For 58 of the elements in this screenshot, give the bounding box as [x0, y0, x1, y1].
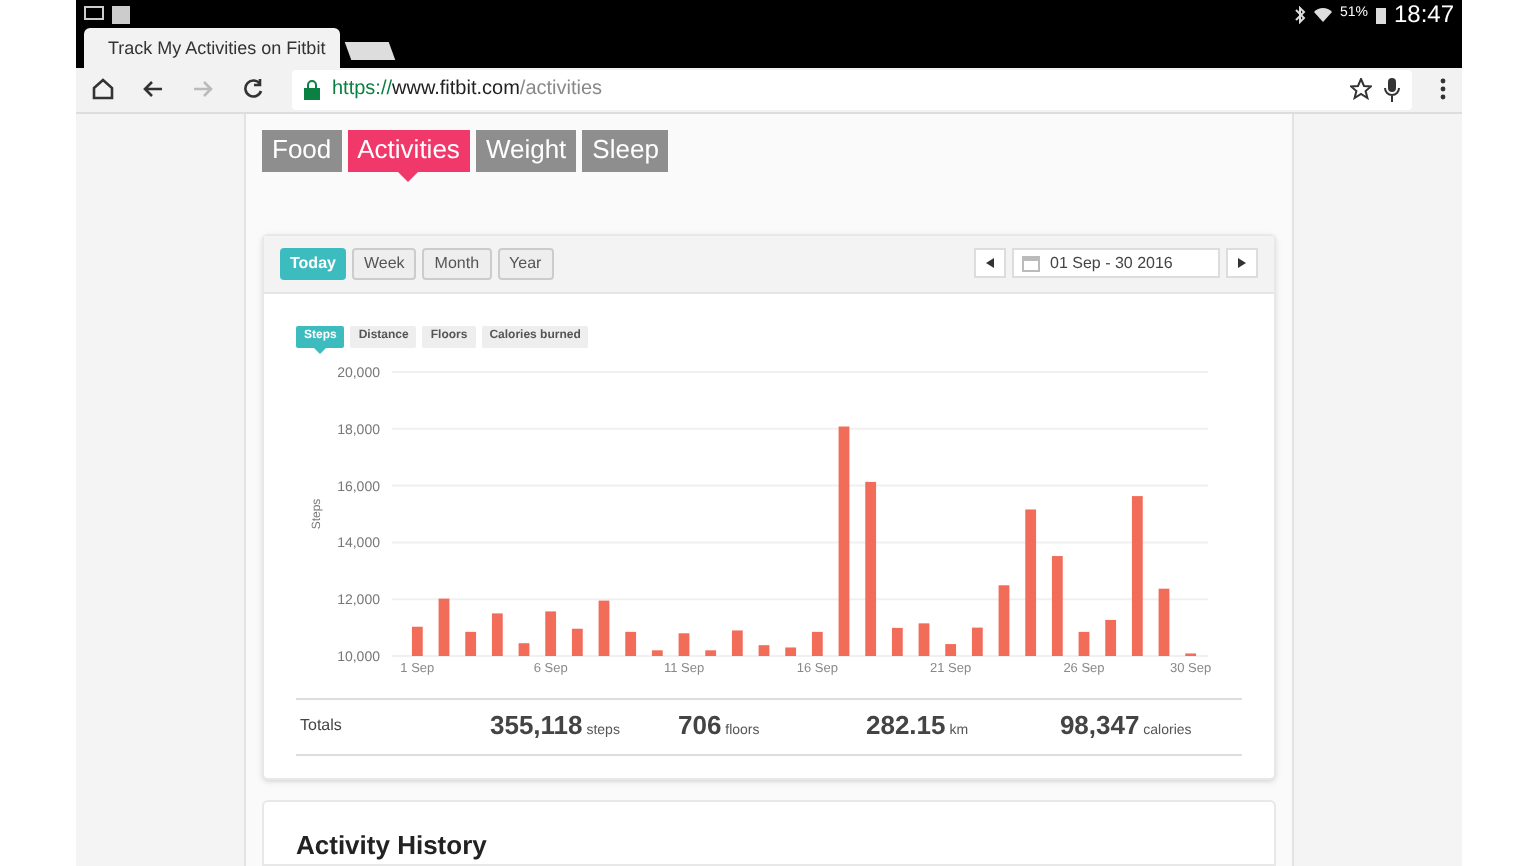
- steps-bar: [625, 630, 637, 655]
- steps-bar: [785, 646, 797, 655]
- totals-label: Totals: [300, 714, 344, 738]
- home-icon[interactable]: [92, 78, 114, 101]
- nav-tab[interactable]: Food: [262, 129, 342, 171]
- period-button[interactable]: Month: [422, 247, 492, 279]
- steps-bar: [1051, 555, 1063, 655]
- calendar-icon: [1022, 255, 1040, 271]
- period-button[interactable]: Week: [351, 247, 417, 279]
- cast-icon: [84, 6, 104, 22]
- steps-bar: [545, 610, 557, 655]
- clock-time: 18:47: [1393, 0, 1454, 32]
- period-button[interactable]: Year: [497, 247, 554, 279]
- steps-bar: [518, 642, 530, 655]
- reload-icon[interactable]: [242, 78, 264, 101]
- steps-bar: [651, 649, 663, 655]
- steps-bar: [758, 644, 770, 655]
- new-tab-button[interactable]: [344, 42, 396, 61]
- next-button[interactable]: [1226, 248, 1258, 278]
- steps-bar: [971, 626, 983, 655]
- browser-tab[interactable]: Track My Activities on Fitbit: [84, 28, 340, 69]
- tab-pointer-icon: [398, 171, 419, 181]
- steps-bar: [491, 612, 503, 655]
- steps-bar: [438, 597, 450, 655]
- steps-bar: [1158, 587, 1170, 655]
- steps-bar: [678, 632, 690, 655]
- back-icon[interactable]: [142, 78, 164, 101]
- wifi-icon: [1313, 6, 1332, 22]
- steps-bar: [1105, 618, 1117, 655]
- steps-bar: [465, 630, 477, 655]
- image-icon: [112, 5, 130, 23]
- steps-bar: [598, 599, 610, 655]
- microphone-icon[interactable]: [1384, 77, 1400, 102]
- date-range-field[interactable]: 01 Sep - 30 2016: [1012, 248, 1220, 278]
- steps-bar: [998, 584, 1010, 655]
- lock-icon: [304, 79, 320, 100]
- steps-bar: [945, 643, 957, 655]
- steps-bar: [811, 630, 823, 655]
- star-icon[interactable]: [1350, 78, 1372, 101]
- nav-tab[interactable]: Weight: [475, 129, 577, 171]
- steps-bar: [705, 649, 717, 655]
- tab-pointer-icon: [314, 347, 327, 353]
- right-arrow-icon: [1238, 258, 1246, 268]
- nav-tab[interactable]: Sleep: [582, 129, 669, 171]
- left-arrow-icon: [986, 258, 994, 268]
- bluetooth-icon: [1293, 5, 1306, 23]
- steps-bar: [411, 625, 423, 655]
- steps-bar: [891, 626, 903, 655]
- menu-icon[interactable]: [1440, 78, 1446, 101]
- battery-icon: [1375, 5, 1386, 23]
- steps-bar: [918, 622, 930, 655]
- section-heading: Activity History: [296, 827, 489, 864]
- previous-button[interactable]: [974, 248, 1006, 278]
- steps-bar: [1078, 630, 1090, 655]
- steps-bar: [571, 627, 583, 655]
- steps-bar: [731, 629, 743, 655]
- address-bar[interactable]: https://www.fitbit.com/activities: [292, 69, 1412, 110]
- url-text: https://www.fitbit.com/activities: [332, 76, 603, 105]
